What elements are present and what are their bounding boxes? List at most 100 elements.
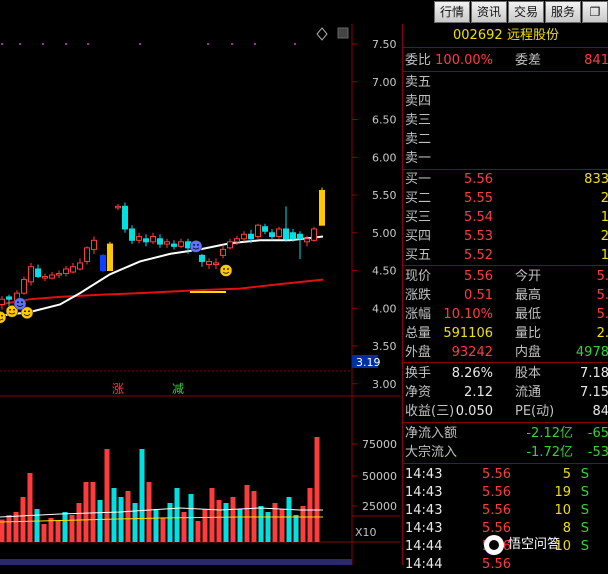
signal-face-icon (219, 264, 233, 277)
fundamental-label: 换手 (405, 366, 432, 381)
buy-level-label: 买一 (405, 172, 432, 187)
price-tick-label: 4.00 (372, 302, 397, 315)
quote-label-2: 今开 (515, 269, 542, 284)
quote-label-2: 量比 (515, 326, 542, 341)
price-tick-label: 4.50 (372, 265, 397, 278)
signal-face-icon (13, 297, 27, 310)
volume-bar (111, 488, 117, 542)
volume-bar (195, 521, 201, 542)
fundamental-value-2: 7.15 (580, 385, 608, 400)
candle (290, 232, 296, 240)
volume-bar (90, 482, 96, 542)
watermark: 悟空问答 (484, 534, 604, 556)
quote-value: 0.51 (464, 288, 493, 303)
fundamental-value: 2.12 (464, 385, 493, 400)
volume-bar (6, 515, 12, 542)
tick-volume: 19 (554, 485, 571, 500)
candle (91, 239, 97, 250)
flow-row: 大宗流入 -1.72亿 -53 (403, 443, 608, 462)
tab-market[interactable]: 行情 (434, 1, 470, 23)
fundamental-value-2: 84 (592, 404, 608, 419)
quote-label-2: 最高 (515, 288, 542, 303)
volume-bar (307, 488, 313, 542)
tab-service[interactable]: 服务 (545, 1, 581, 23)
quote-label: 涨幅 (405, 307, 432, 322)
candle (150, 236, 156, 243)
quote-row: 总量 591106 量比 2. (403, 324, 608, 343)
candle (319, 189, 325, 226)
price-tick-label: 3.50 (372, 340, 397, 353)
price-tick-label: 5.00 (372, 227, 397, 240)
volume-bar (223, 503, 229, 542)
volume-bar (125, 491, 131, 542)
tick-side: S (580, 503, 589, 518)
quote-label-2: 最低 (515, 307, 542, 322)
volume-bar (97, 500, 103, 542)
tick-volume: 5 (562, 467, 571, 482)
flow-value-2: -65 (587, 426, 608, 441)
candle (28, 266, 34, 283)
order-ratio-value: 100.00% (435, 53, 493, 68)
candle (49, 274, 55, 279)
volume-bar (69, 515, 75, 542)
volume-tick-label: 25000 (362, 500, 397, 513)
sell-order-row: 卖四 (403, 92, 608, 111)
price-tick-label: 7.00 (372, 76, 397, 89)
buy-level-label: 买五 (405, 248, 432, 263)
tab-trade[interactable]: 交易 (508, 1, 544, 23)
volume-bar (181, 512, 187, 542)
kline-chart[interactable]: 7.50 7.00 6.50 6.00 5.50 5.00 4.50 4.00 3.50 3.00… (0, 24, 400, 565)
buy-order-row: 买五 5.52 1 (403, 246, 608, 265)
flow-value: -1.72亿 (526, 445, 573, 460)
tab-news[interactable]: 资讯 (471, 1, 507, 23)
buy-level-label: 买四 (405, 229, 432, 244)
volume-bar (244, 485, 250, 542)
volume-bar (293, 515, 299, 542)
signal-dot (254, 43, 256, 45)
quote-row: 涨跌 0.51 最高 5. (403, 286, 608, 305)
candle (262, 226, 268, 232)
signal-dot (1, 43, 3, 45)
quote-value: 93242 (451, 345, 493, 360)
volume-bar (41, 524, 47, 542)
price-tick-label: 3.00 (372, 378, 397, 391)
stock-name: 远程股份 (507, 28, 560, 43)
volume-bar (286, 497, 292, 542)
watermark-text: 悟空问答 (508, 537, 561, 552)
signal-dot (231, 43, 233, 45)
flow-label: 净流入额 (405, 426, 458, 441)
quote-value-2: 5. (596, 307, 608, 322)
volume-bar (258, 506, 264, 542)
tick-price: 5.56 (482, 503, 511, 518)
candle (63, 268, 69, 275)
volume-tick-label: 50000 (362, 470, 397, 483)
restore-window-icon[interactable]: ❐ (582, 1, 608, 23)
quote-row: 现价 5.56 今开 5. (403, 267, 608, 286)
volume-bar (251, 491, 257, 542)
fundamental-label-2: 流通 (515, 385, 542, 400)
candle (276, 228, 282, 238)
quote-value-2: 5. (596, 288, 608, 303)
volume-bar (202, 509, 208, 542)
quote-row: 外盘 93242 内盘 4978 (403, 343, 608, 362)
flow-value-2: -53 (587, 445, 608, 460)
tick-time: 14:43 (405, 485, 443, 500)
candle (206, 260, 212, 265)
quote-label: 外盘 (405, 345, 432, 360)
fundamental-value: 0.050 (455, 404, 493, 419)
candle (136, 236, 142, 241)
tick-side: S (580, 485, 589, 500)
wukong-logo-icon (484, 534, 504, 555)
candle (255, 224, 261, 238)
scroll-handle-icon (337, 27, 349, 39)
volume-bar (160, 518, 166, 542)
buy-volume: 2 (600, 191, 608, 206)
flow-row: 净流入额 -2.12亿 -65 (403, 424, 608, 443)
fundamental-row: 收益(三) 0.050 PE(动) 84 (403, 402, 608, 421)
stock-header: 002692 远程股份 (403, 26, 608, 45)
volume-bar (153, 509, 159, 542)
tick-side: S (580, 467, 589, 482)
tick-time: 14:43 (405, 521, 443, 536)
buy-volume: 1 (600, 248, 608, 263)
volume-bar (55, 521, 61, 542)
